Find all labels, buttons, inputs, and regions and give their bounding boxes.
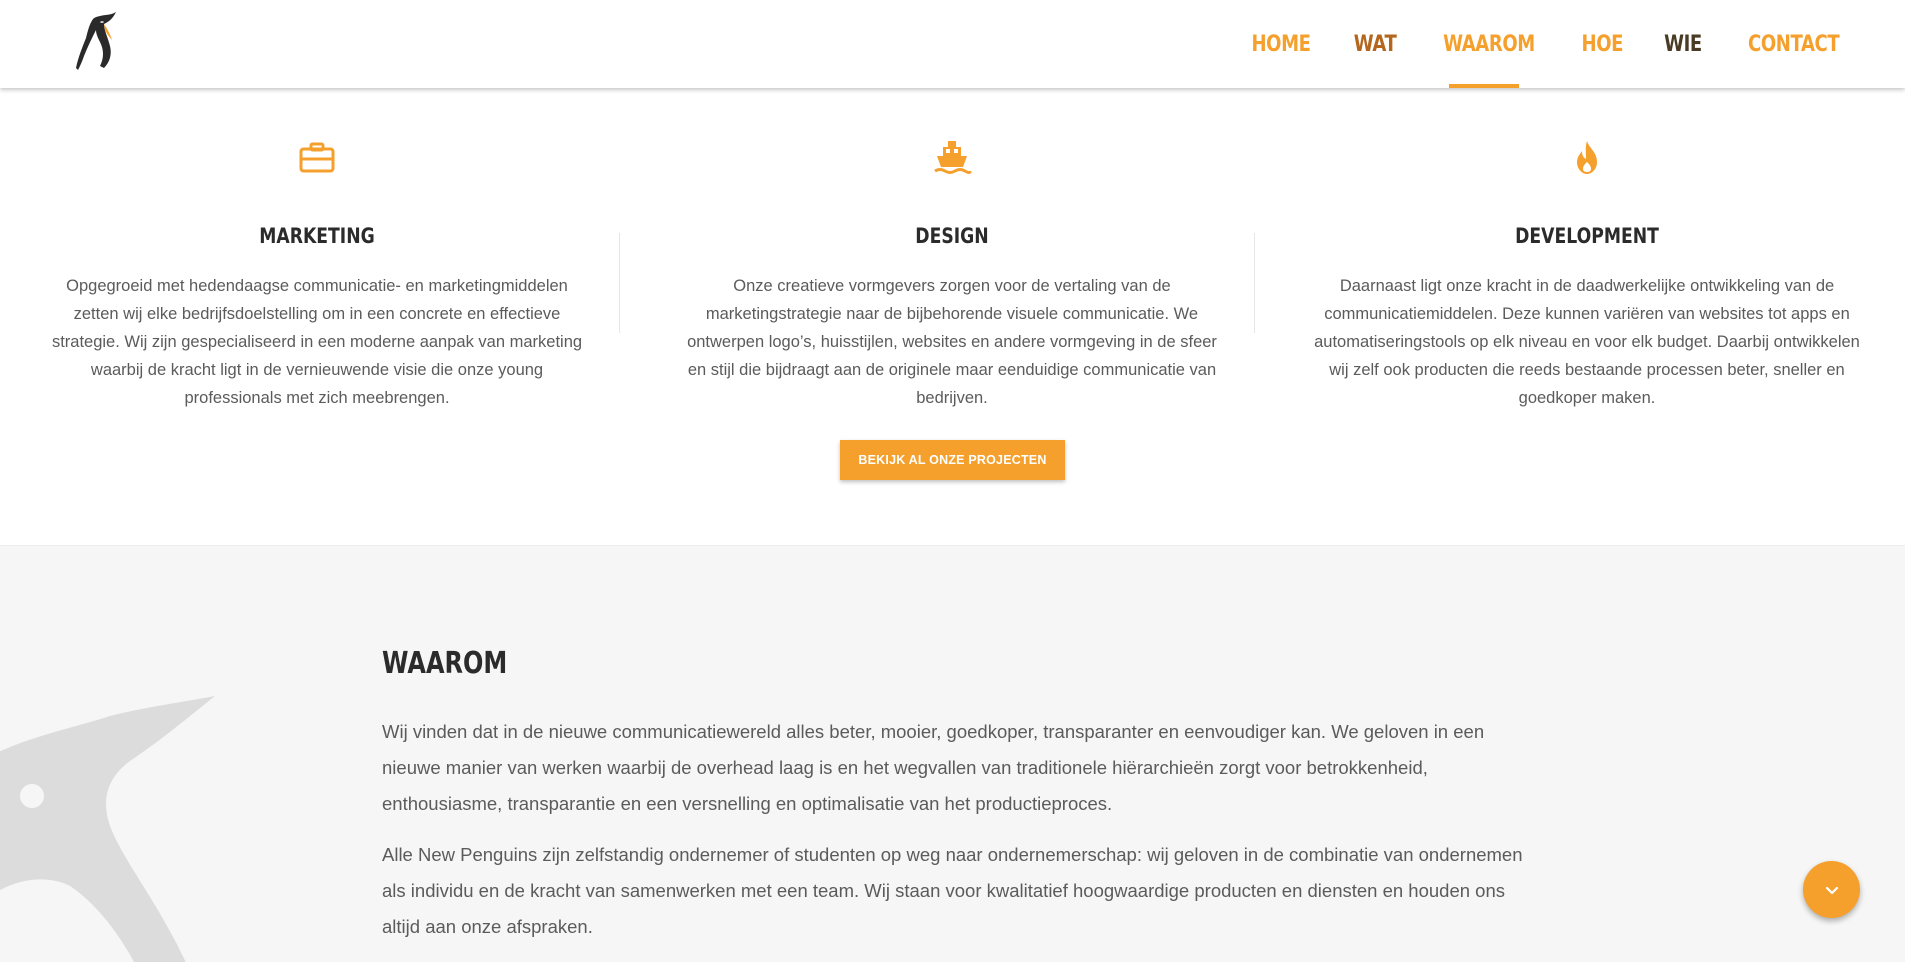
service-title: DESIGN (915, 224, 989, 248)
why-paragraph: Wij vinden dat in de nieuwe communicatie… (382, 721, 1485, 814)
penguin-watermark-icon (0, 696, 215, 962)
services-section: MARKETING Opgegroeid met hedendaagse com… (0, 88, 1905, 545)
nav-waarom[interactable]: WAAROM (1430, 0, 1548, 88)
service-description: Onze creatieve vormgevers zorgen voor de… (687, 277, 1217, 407)
scroll-down-button[interactable] (1803, 861, 1860, 918)
penguin-logo[interactable] (74, 12, 120, 72)
section-title: WAAROM (382, 646, 508, 681)
column-divider (619, 233, 620, 333)
service-description: Daarnaast ligt onze kracht in de daadwer… (1314, 277, 1860, 407)
nav-contact[interactable]: CONTACT (1735, 0, 1852, 88)
nav-hoe[interactable]: HOE (1569, 0, 1637, 88)
service-title: DEVELOPMENT (1515, 224, 1659, 248)
view-projects-button[interactable]: BEKIJK AL ONZE PROJECTEN (840, 440, 1065, 480)
site-header: HOME WAT WAAROM HOE WIE CONTACT (0, 0, 1905, 88)
ship-icon (934, 141, 972, 174)
nav-wie[interactable]: WIE (1651, 0, 1715, 88)
service-description: Opgegroeid met hedendaagse communicatie-… (51, 277, 583, 407)
main-nav: HOME WAT WAAROM HOE WIE CONTACT (1229, 0, 1865, 88)
chevron-down-icon (1825, 886, 1838, 894)
briefcase-icon (299, 142, 335, 173)
fire-icon (1577, 141, 1597, 174)
why-section: WAAROM Wij vinden dat in de nieuwe commu… (0, 545, 1905, 962)
nav-home[interactable]: HOME (1238, 0, 1323, 88)
service-title: MARKETING (259, 224, 375, 248)
column-divider (1254, 233, 1255, 333)
nav-active-indicator (1449, 84, 1519, 88)
why-paragraph: Alle New Penguins zijn zelfstandig onder… (382, 844, 1523, 937)
nav-wat[interactable]: WAT (1341, 0, 1410, 88)
